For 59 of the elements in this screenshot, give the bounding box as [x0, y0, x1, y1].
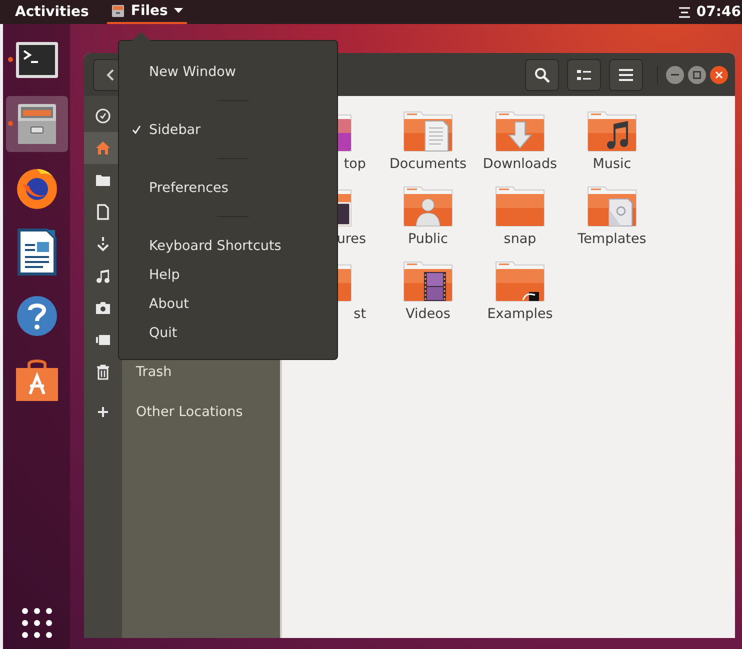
activities-button[interactable]: Activities	[15, 4, 89, 20]
close-button[interactable]	[710, 66, 728, 84]
maximize-icon	[693, 70, 701, 78]
camera-icon	[95, 300, 111, 316]
plus-icon	[95, 404, 111, 420]
folder-name: Documents	[390, 156, 466, 172]
browser-icon	[14, 166, 58, 210]
chevron-left-icon	[106, 68, 114, 80]
folder-name: Videos	[406, 306, 450, 322]
menu-item[interactable]: Sidebar	[119, 115, 337, 144]
folder-name: Examples	[487, 306, 553, 322]
folder-icon[interactable]	[587, 110, 637, 152]
folder-icon[interactable]	[403, 260, 453, 302]
menu-icon[interactable]	[679, 6, 690, 18]
file-cabinet-icon	[16, 103, 56, 145]
folder-name: Music	[592, 156, 632, 172]
folder-name: Public	[408, 231, 448, 247]
folder-icon	[95, 172, 111, 188]
video-icon	[95, 332, 111, 348]
document-icon	[95, 204, 111, 220]
terminal-icon	[14, 41, 58, 79]
folder-name: Templates	[578, 231, 646, 247]
maximize-button[interactable]	[688, 66, 706, 84]
shopping-bag-icon	[14, 358, 58, 402]
download-icon	[95, 236, 111, 252]
document-icon	[16, 228, 56, 276]
folder-name: ures	[336, 231, 366, 247]
menu-icon	[619, 68, 633, 80]
caret-icon	[174, 8, 183, 14]
minimize-icon	[671, 74, 679, 76]
trash-icon	[95, 364, 111, 380]
menu-item[interactable]: Quit	[119, 318, 337, 347]
menu-button[interactable]	[609, 58, 643, 90]
list-view-icon	[577, 68, 591, 80]
folder-name: top	[344, 156, 366, 172]
app-grid-icon[interactable]	[20, 607, 52, 639]
home-icon	[95, 140, 111, 156]
menu-item[interactable]: New Window	[119, 57, 337, 86]
menu-item[interactable]: Help	[119, 260, 337, 289]
folder-name: st	[354, 306, 366, 322]
file-cabinet-icon	[110, 4, 125, 18]
sidebar-label[interactable]: Trash	[122, 364, 172, 380]
help-icon	[16, 295, 58, 337]
folder-name: snap	[504, 231, 536, 247]
app-menu-button[interactable]: Files	[106, 0, 187, 24]
music-icon	[95, 268, 111, 284]
folder-name: Downloads	[482, 156, 558, 172]
folder-icon[interactable]	[495, 260, 545, 302]
clock[interactable]: 07:46	[696, 4, 741, 20]
view-button[interactable]	[567, 58, 601, 90]
clock-icon	[95, 108, 111, 124]
minimize-button[interactable]	[666, 66, 684, 84]
menu-item[interactable]: Keyboard Shortcuts	[119, 231, 337, 260]
sidebar-label[interactable]: Other Locations	[122, 404, 243, 420]
close-icon	[715, 70, 723, 78]
menu-item[interactable]: About	[119, 289, 337, 318]
search-button[interactable]	[525, 58, 559, 90]
menu-item[interactable]: Preferences	[119, 173, 337, 202]
search-icon	[534, 66, 550, 82]
